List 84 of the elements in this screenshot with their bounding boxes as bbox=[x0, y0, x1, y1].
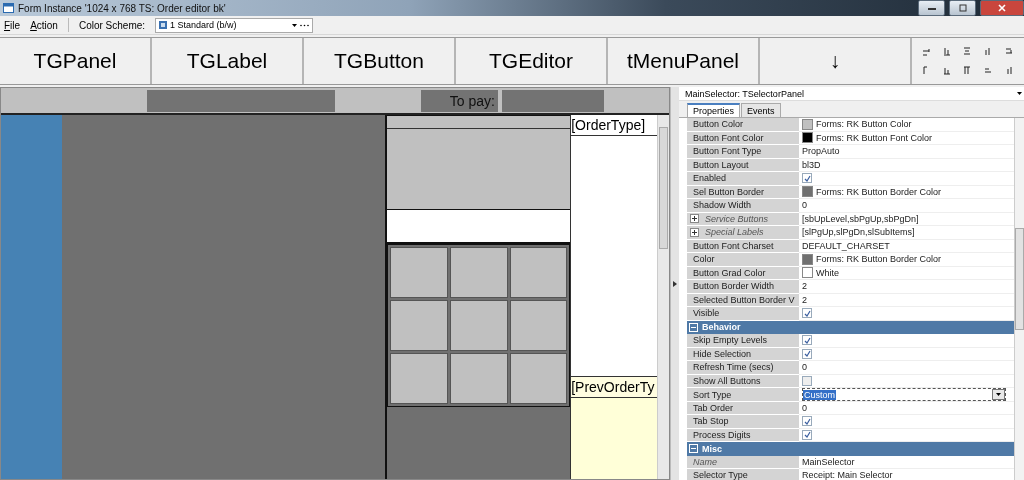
to-pay-label: To pay: bbox=[449, 92, 495, 109]
property-value[interactable]: DEFAULT_CHARSET bbox=[799, 239, 1014, 253]
keypad-key[interactable] bbox=[509, 247, 568, 298]
scheme-icon bbox=[159, 21, 168, 29]
property-value[interactable]: [sbUpLevel,sbPgUp,sbPgDn] bbox=[799, 212, 1014, 226]
align-icon[interactable] bbox=[921, 47, 931, 56]
menu-item[interactable]: File bbox=[4, 19, 21, 31]
checkbox[interactable] bbox=[802, 308, 812, 319]
property-name: Sort Type bbox=[687, 388, 799, 402]
property-name: Button Color bbox=[687, 118, 799, 132]
property-value[interactable]: MainSelector bbox=[799, 455, 1014, 469]
property-value[interactable]: 2 bbox=[799, 280, 1014, 294]
property-value[interactable]: 0 bbox=[799, 401, 1014, 415]
align-icon[interactable] bbox=[984, 66, 994, 75]
window-title: Form Instance '1024 x 768 TS: Order editor bk' bbox=[18, 2, 227, 14]
property-value[interactable]: 0 bbox=[799, 199, 1014, 213]
property-name: Shadow Width bbox=[687, 199, 799, 213]
property-value[interactable]: Forms: RK Button Font Color bbox=[799, 131, 1014, 145]
minimize-button[interactable] bbox=[918, 0, 945, 16]
category-header[interactable]: Misc bbox=[687, 442, 1014, 456]
align-icon[interactable] bbox=[942, 47, 952, 56]
align-icon[interactable] bbox=[942, 66, 952, 75]
property-name: Button Font Type bbox=[687, 145, 799, 159]
property-value[interactable]: Forms: RK Button Color bbox=[799, 118, 1014, 132]
property-dropdown[interactable]: Custom bbox=[802, 388, 1006, 401]
property-name: Button Border Width bbox=[687, 280, 799, 294]
property-name: Special Labels bbox=[687, 226, 799, 240]
expand-icon[interactable] bbox=[690, 227, 699, 237]
order-type-label: [OrderType] bbox=[571, 115, 658, 136]
expand-icon[interactable] bbox=[690, 214, 699, 224]
property-value[interactable]: 2 bbox=[799, 293, 1014, 307]
checkbox[interactable] bbox=[802, 429, 812, 440]
close-button[interactable] bbox=[980, 0, 1024, 16]
inspector-tab[interactable]: Events bbox=[741, 103, 781, 117]
align-icon[interactable] bbox=[1005, 66, 1015, 75]
property-value[interactable]: Forms: RK Button Border Color bbox=[799, 253, 1014, 267]
align-icon[interactable] bbox=[963, 66, 973, 75]
property-value[interactable]: 0 bbox=[799, 361, 1014, 375]
keypad-key[interactable] bbox=[449, 247, 508, 298]
minimize-icon bbox=[927, 6, 936, 10]
checkbox[interactable] bbox=[802, 348, 812, 359]
property-value[interactable]: Forms: RK Button Border Color bbox=[799, 185, 1014, 199]
property-name: Visible bbox=[687, 307, 799, 321]
property-name: Color bbox=[687, 253, 799, 267]
collapse-icon[interactable] bbox=[689, 322, 698, 332]
object-selector[interactable]: MainSelector: TSelectorPanel bbox=[679, 87, 1024, 101]
checkbox[interactable] bbox=[802, 173, 812, 184]
collapse-icon[interactable] bbox=[689, 444, 698, 454]
keypad-key[interactable] bbox=[509, 300, 568, 351]
ellipsis-icon[interactable] bbox=[300, 23, 310, 27]
restore-button[interactable] bbox=[949, 0, 976, 16]
property-value[interactable]: White bbox=[799, 266, 1014, 280]
arrow-right-icon bbox=[673, 280, 677, 287]
keypad-key[interactable] bbox=[509, 353, 568, 404]
property-name: Tab Stop bbox=[687, 415, 799, 429]
property-value[interactable]: bl3D bbox=[799, 158, 1014, 172]
close-icon bbox=[998, 4, 1006, 12]
property-name: Skip Empty Levels bbox=[687, 334, 799, 348]
dropdown-arrow-icon[interactable] bbox=[996, 393, 1001, 396]
keypad-key[interactable] bbox=[449, 353, 508, 404]
color-scheme-dropdown[interactable]: 1 Standard (b/w) bbox=[155, 17, 314, 33]
dropdown-arrow-icon[interactable] bbox=[292, 23, 298, 27]
property-name: Enabled bbox=[687, 172, 799, 186]
scrollbar[interactable] bbox=[1014, 118, 1024, 480]
align-icon[interactable] bbox=[1005, 47, 1015, 56]
color-scheme-label: Color Scheme: bbox=[78, 19, 146, 31]
property-value[interactable]: PropAuto bbox=[799, 145, 1014, 159]
keypad-key[interactable] bbox=[449, 300, 508, 351]
restore-icon bbox=[958, 4, 967, 12]
keypad-key[interactable] bbox=[390, 300, 448, 351]
checkbox[interactable] bbox=[802, 416, 812, 427]
prev-order-type-label: [PrevOrderTy bbox=[571, 376, 658, 398]
keypad-key[interactable] bbox=[390, 247, 448, 298]
align-icon[interactable] bbox=[963, 47, 973, 56]
menu-item[interactable]: Action bbox=[30, 19, 58, 31]
property-name: Selector Type bbox=[687, 469, 799, 480]
inspector-tab[interactable]: Properties bbox=[687, 103, 741, 117]
property-value[interactable]: [slPgUp,slPgDn,slSubItems] bbox=[799, 226, 1014, 240]
window-icon bbox=[3, 3, 14, 13]
dropdown-arrow-icon[interactable] bbox=[1017, 92, 1022, 95]
property-name: Refresh Time (secs) bbox=[687, 361, 799, 375]
scrollbar[interactable] bbox=[657, 115, 669, 479]
checkbox[interactable] bbox=[802, 335, 812, 346]
keypad-key[interactable] bbox=[390, 353, 448, 404]
